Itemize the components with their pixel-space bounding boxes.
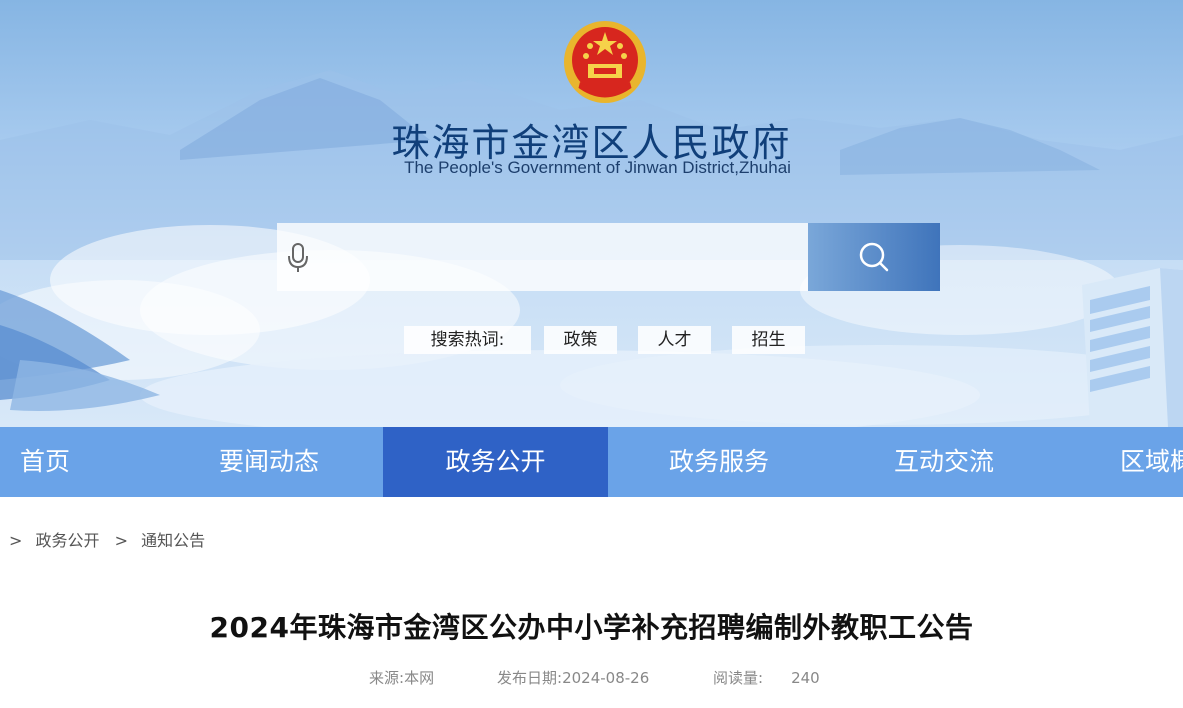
site-name-english: The People's Government of Jinwan Distri… [404, 158, 791, 177]
breadcrumb-notices[interactable]: 通知公告 [141, 531, 205, 550]
nav-news[interactable]: 要闻动态 [219, 427, 319, 497]
hot-word-talent[interactable]: 人才 [638, 326, 711, 354]
article-reads: 阅读量: 240 [713, 667, 820, 688]
article-date: 发布日期:2024-08-26 [497, 667, 649, 688]
article-source: 来源:本网 [369, 667, 434, 688]
date-value: 2024-08-26 [562, 669, 650, 687]
nav-gov-affairs[interactable]: 政务公开 [383, 427, 608, 497]
search-button[interactable] [808, 223, 940, 291]
nav-gov-services[interactable]: 政务服务 [669, 427, 769, 497]
breadcrumb-separator: > [114, 531, 129, 550]
date-label: 发布日期: [497, 669, 563, 687]
reads-value: 240 [791, 669, 820, 687]
source-value: 本网 [404, 669, 435, 687]
nav-interaction[interactable]: 互动交流 [894, 427, 994, 497]
hot-words-label: 搜索热词: [404, 326, 531, 354]
hot-word-policy[interactable]: 政策 [544, 326, 617, 354]
article-title: 2024年珠海市金湾区公办中小学补充招聘编制外教职工公告 [209, 611, 974, 644]
breadcrumb-separator: > [9, 531, 23, 550]
source-label: 来源: [369, 669, 405, 687]
header-banner: 珠海市金湾区人民政府 The People's Government of Ji… [0, 0, 1183, 427]
nav-home[interactable]: 首页 [20, 427, 70, 497]
national-emblem-icon [564, 21, 646, 103]
search-icon [859, 242, 889, 272]
breadcrumb: > 政务公开 > 通知公告 [9, 527, 215, 551]
microphone-icon[interactable] [286, 242, 310, 274]
breadcrumb-gov-affairs[interactable]: 政务公开 [36, 531, 100, 550]
reads-label: 阅读量: [713, 669, 764, 687]
search-input[interactable] [318, 233, 802, 283]
nav-district-overview[interactable]: 区域概况 [1120, 427, 1183, 497]
main-nav: 首页 要闻动态 政务公开 政务服务 互动交流 区域概况 [0, 427, 1183, 497]
hot-word-enrollment[interactable]: 招生 [732, 326, 805, 354]
